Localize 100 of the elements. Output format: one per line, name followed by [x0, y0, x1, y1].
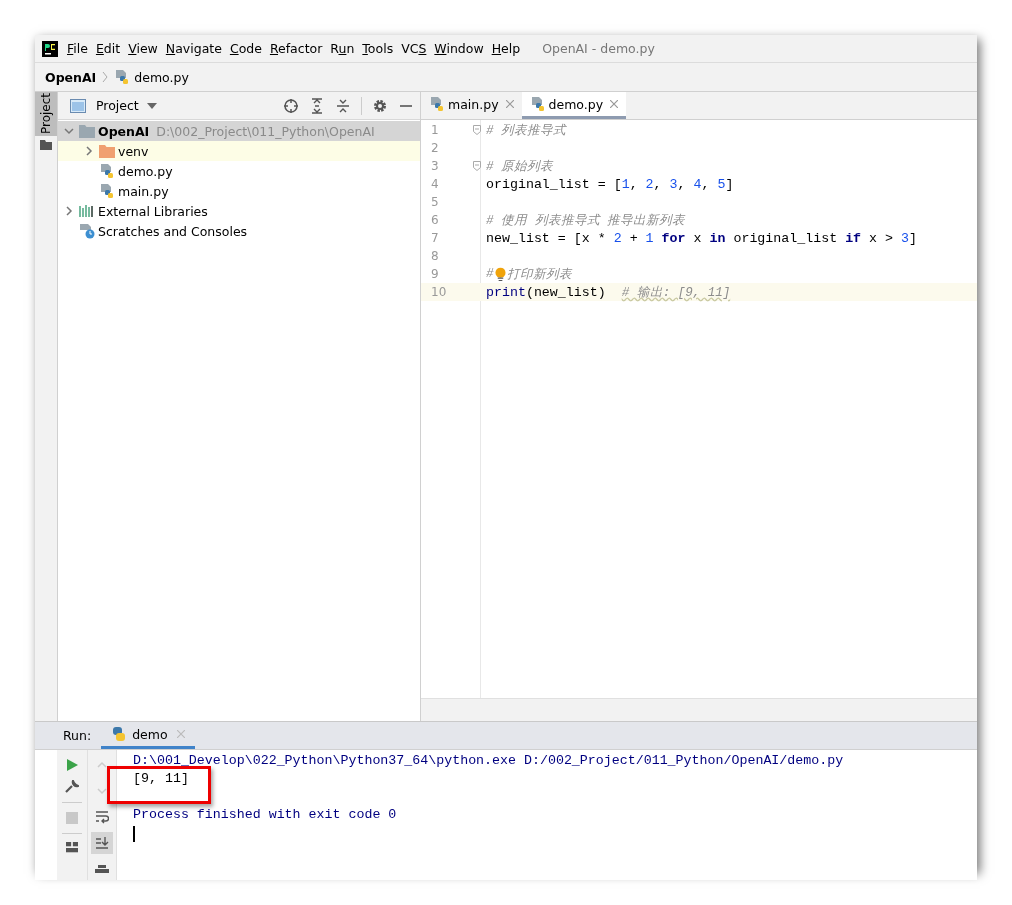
print-icon[interactable]	[95, 865, 109, 873]
close-icon[interactable]	[505, 100, 514, 108]
menu-item[interactable]: Refactor	[265, 41, 327, 56]
line-number: 7	[430, 230, 440, 247]
code-token: (new_list)	[525, 284, 607, 300]
breadcrumb-item[interactable]: demo.py	[134, 69, 189, 85]
tree-item-label: OpenAI	[98, 123, 150, 139]
code-token: 1	[621, 176, 630, 192]
code-token: ,	[653, 176, 663, 192]
code-token: 打印新列表	[506, 266, 572, 283]
close-icon[interactable]	[610, 100, 619, 108]
fold-icon[interactable]	[473, 125, 481, 135]
python-file-icon	[114, 69, 131, 85]
tree-row[interactable]: demo.py	[58, 161, 420, 181]
code-token: in	[709, 230, 726, 246]
code-token: 1	[645, 230, 654, 246]
tree-item-label: Scratches and Consoles	[98, 223, 248, 239]
code-token: 2	[645, 176, 654, 192]
python-file-icon	[99, 163, 115, 179]
scroll-to-end-icon[interactable]	[95, 836, 109, 850]
lightbulb-icon[interactable]	[494, 266, 506, 282]
soft-wrap-icon[interactable]	[95, 810, 109, 824]
panel-icon	[70, 98, 86, 113]
tree-row[interactable]: Scratches and Consoles	[58, 221, 420, 241]
code-token: 4	[693, 176, 702, 192]
project-tool-tab[interactable]: Project	[35, 92, 57, 136]
python-icon	[111, 726, 128, 742]
python-file-icon	[429, 96, 445, 112]
line-number: 6	[430, 212, 440, 229]
menu-item[interactable]: View	[124, 41, 162, 56]
editor-tab[interactable]: main.py	[421, 92, 522, 119]
code-token: 5	[717, 176, 726, 192]
line-number: 5	[430, 194, 440, 211]
menu-item[interactable]: Tools	[358, 41, 398, 56]
code-token: original_list	[732, 230, 839, 246]
console-line: Process finished with exit code 0	[133, 807, 397, 822]
code-token: ]	[909, 230, 917, 246]
menu-item[interactable]: Window	[430, 41, 488, 56]
code-token: ,	[629, 176, 639, 192]
code-token: original_list = [	[486, 176, 622, 192]
code-token: # 原始列表	[486, 158, 553, 175]
collapse-all-icon[interactable]	[335, 97, 351, 114]
tree-item-label: External Libraries	[98, 203, 208, 219]
menu-item[interactable]: Code	[225, 41, 266, 56]
code-token: ]	[725, 176, 734, 192]
app-logo-icon	[42, 40, 58, 57]
code-token: if	[845, 230, 862, 246]
code-token: 3	[669, 176, 678, 192]
menu-item[interactable]: File	[63, 41, 92, 56]
menu-item[interactable]: Help	[487, 41, 525, 56]
layout-icon[interactable]	[65, 842, 79, 854]
tree-row[interactable]: OpenAI D:\002_Project\011_Python\OpenAI	[58, 121, 420, 141]
settings-icon[interactable]	[372, 97, 388, 114]
tree-row[interactable]: External Libraries	[58, 201, 420, 221]
code-token: # 列表推导式	[486, 122, 566, 139]
code-token: # 输出: [9, 11]	[621, 284, 731, 301]
tree-item-label: venv	[118, 143, 149, 159]
code-token: for	[660, 230, 686, 246]
project-path: D:\002_Project\011_Python\OpenAI	[156, 123, 375, 139]
code-token: print	[486, 284, 526, 300]
line-number: 9	[430, 266, 440, 283]
editor-tab[interactable]: demo.py	[521, 92, 627, 119]
code-token: ,	[701, 176, 711, 192]
code-token: # 使用 列表推导式 推导出新列表	[486, 212, 685, 229]
line-number: 4	[430, 176, 440, 193]
line-number: 3	[430, 158, 440, 175]
folder-icon	[79, 124, 95, 138]
horizontal-scrollbar[interactable]	[421, 698, 977, 721]
breadcrumb-item[interactable]: OpenAI	[45, 69, 97, 85]
console-line: D:\001_Develop\022_Python\Python37_64\python.exe D:/002_Project/011_Python/OpenAI/demo.py	[133, 753, 844, 768]
menu-item[interactable]: VCS	[397, 41, 431, 56]
menu-item[interactable]: Edit	[91, 41, 125, 56]
code-token: +	[628, 230, 639, 246]
scratch-console-icon	[79, 223, 95, 239]
code-token: 3	[901, 230, 909, 246]
code-token: new_list = [x *	[486, 230, 607, 246]
python-file-icon	[99, 183, 115, 199]
project-view-dropdown[interactable]: Project	[96, 98, 157, 113]
code-token: ,	[677, 176, 687, 192]
tree-item-label: demo.py	[118, 163, 173, 179]
run-icon[interactable]	[65, 758, 79, 772]
tree-row[interactable]: venv	[58, 141, 420, 161]
fold-icon[interactable]	[473, 161, 481, 171]
run-label: Run:	[62, 728, 93, 743]
folder-icon	[99, 144, 115, 158]
code-token: #	[486, 267, 494, 281]
console-line: [9, 11]	[133, 771, 189, 786]
menu-item[interactable]: Run	[326, 41, 359, 56]
wrench-icon[interactable]	[65, 780, 79, 794]
line-number: 1	[430, 122, 440, 139]
menu-item[interactable]: Navigate	[161, 41, 226, 56]
dropdown-caret-icon	[146, 102, 157, 109]
expand-all-icon[interactable]	[309, 97, 325, 114]
line-number: 10	[430, 284, 448, 301]
code-token: 2	[613, 230, 622, 246]
tree-row[interactable]: main.py	[58, 181, 420, 201]
window-title: OpenAI - demo.py	[542, 41, 655, 56]
code-token: x	[692, 230, 703, 246]
locate-icon[interactable]	[283, 97, 299, 114]
line-number: 8	[430, 248, 440, 265]
